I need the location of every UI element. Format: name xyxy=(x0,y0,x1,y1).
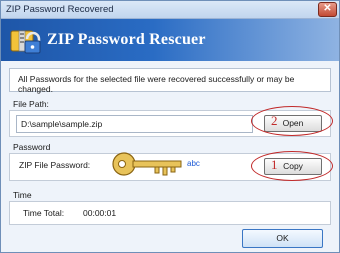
title-bar[interactable]: ZIP Password Recovered ✕ xyxy=(1,1,339,19)
zip-password-label: ZIP File Password: xyxy=(19,160,91,170)
file-path-field[interactable]: D:\sample\sample.zip xyxy=(16,115,253,133)
annotation-number-2: 2 xyxy=(271,113,278,128)
ok-button[interactable]: OK xyxy=(242,229,323,248)
app-header: ZIP Password Rescuer xyxy=(1,19,339,61)
annotation-number-1: 1 xyxy=(271,157,278,172)
file-path-label: File Path: xyxy=(13,99,49,109)
time-total-label: Time Total: xyxy=(23,208,65,218)
notice-text: All Passwords for the selected file were… xyxy=(18,74,295,94)
zip-lock-icon xyxy=(10,30,41,54)
app-title: ZIP Password Rescuer xyxy=(47,31,206,48)
recovered-password[interactable]: abc xyxy=(187,159,200,168)
ok-button-label: OK xyxy=(276,233,289,243)
window-title: ZIP Password Recovered xyxy=(6,4,114,15)
annotation-ellipse-open xyxy=(251,106,333,136)
file-path-value: D:\sample\sample.zip xyxy=(21,119,103,129)
time-total-value: 00:00:01 xyxy=(83,208,117,218)
annotation-ellipse-copy xyxy=(251,151,333,181)
close-button[interactable]: ✕ xyxy=(318,2,337,17)
password-section-label: Password xyxy=(13,142,51,152)
time-section-label: Time xyxy=(13,190,32,200)
success-notice: All Passwords for the selected file were… xyxy=(9,68,331,94)
close-icon: ✕ xyxy=(323,3,332,14)
key-icon xyxy=(112,152,182,176)
dialog-window: ZIP Password Recovered ✕ ZIP Password Re… xyxy=(0,0,340,253)
